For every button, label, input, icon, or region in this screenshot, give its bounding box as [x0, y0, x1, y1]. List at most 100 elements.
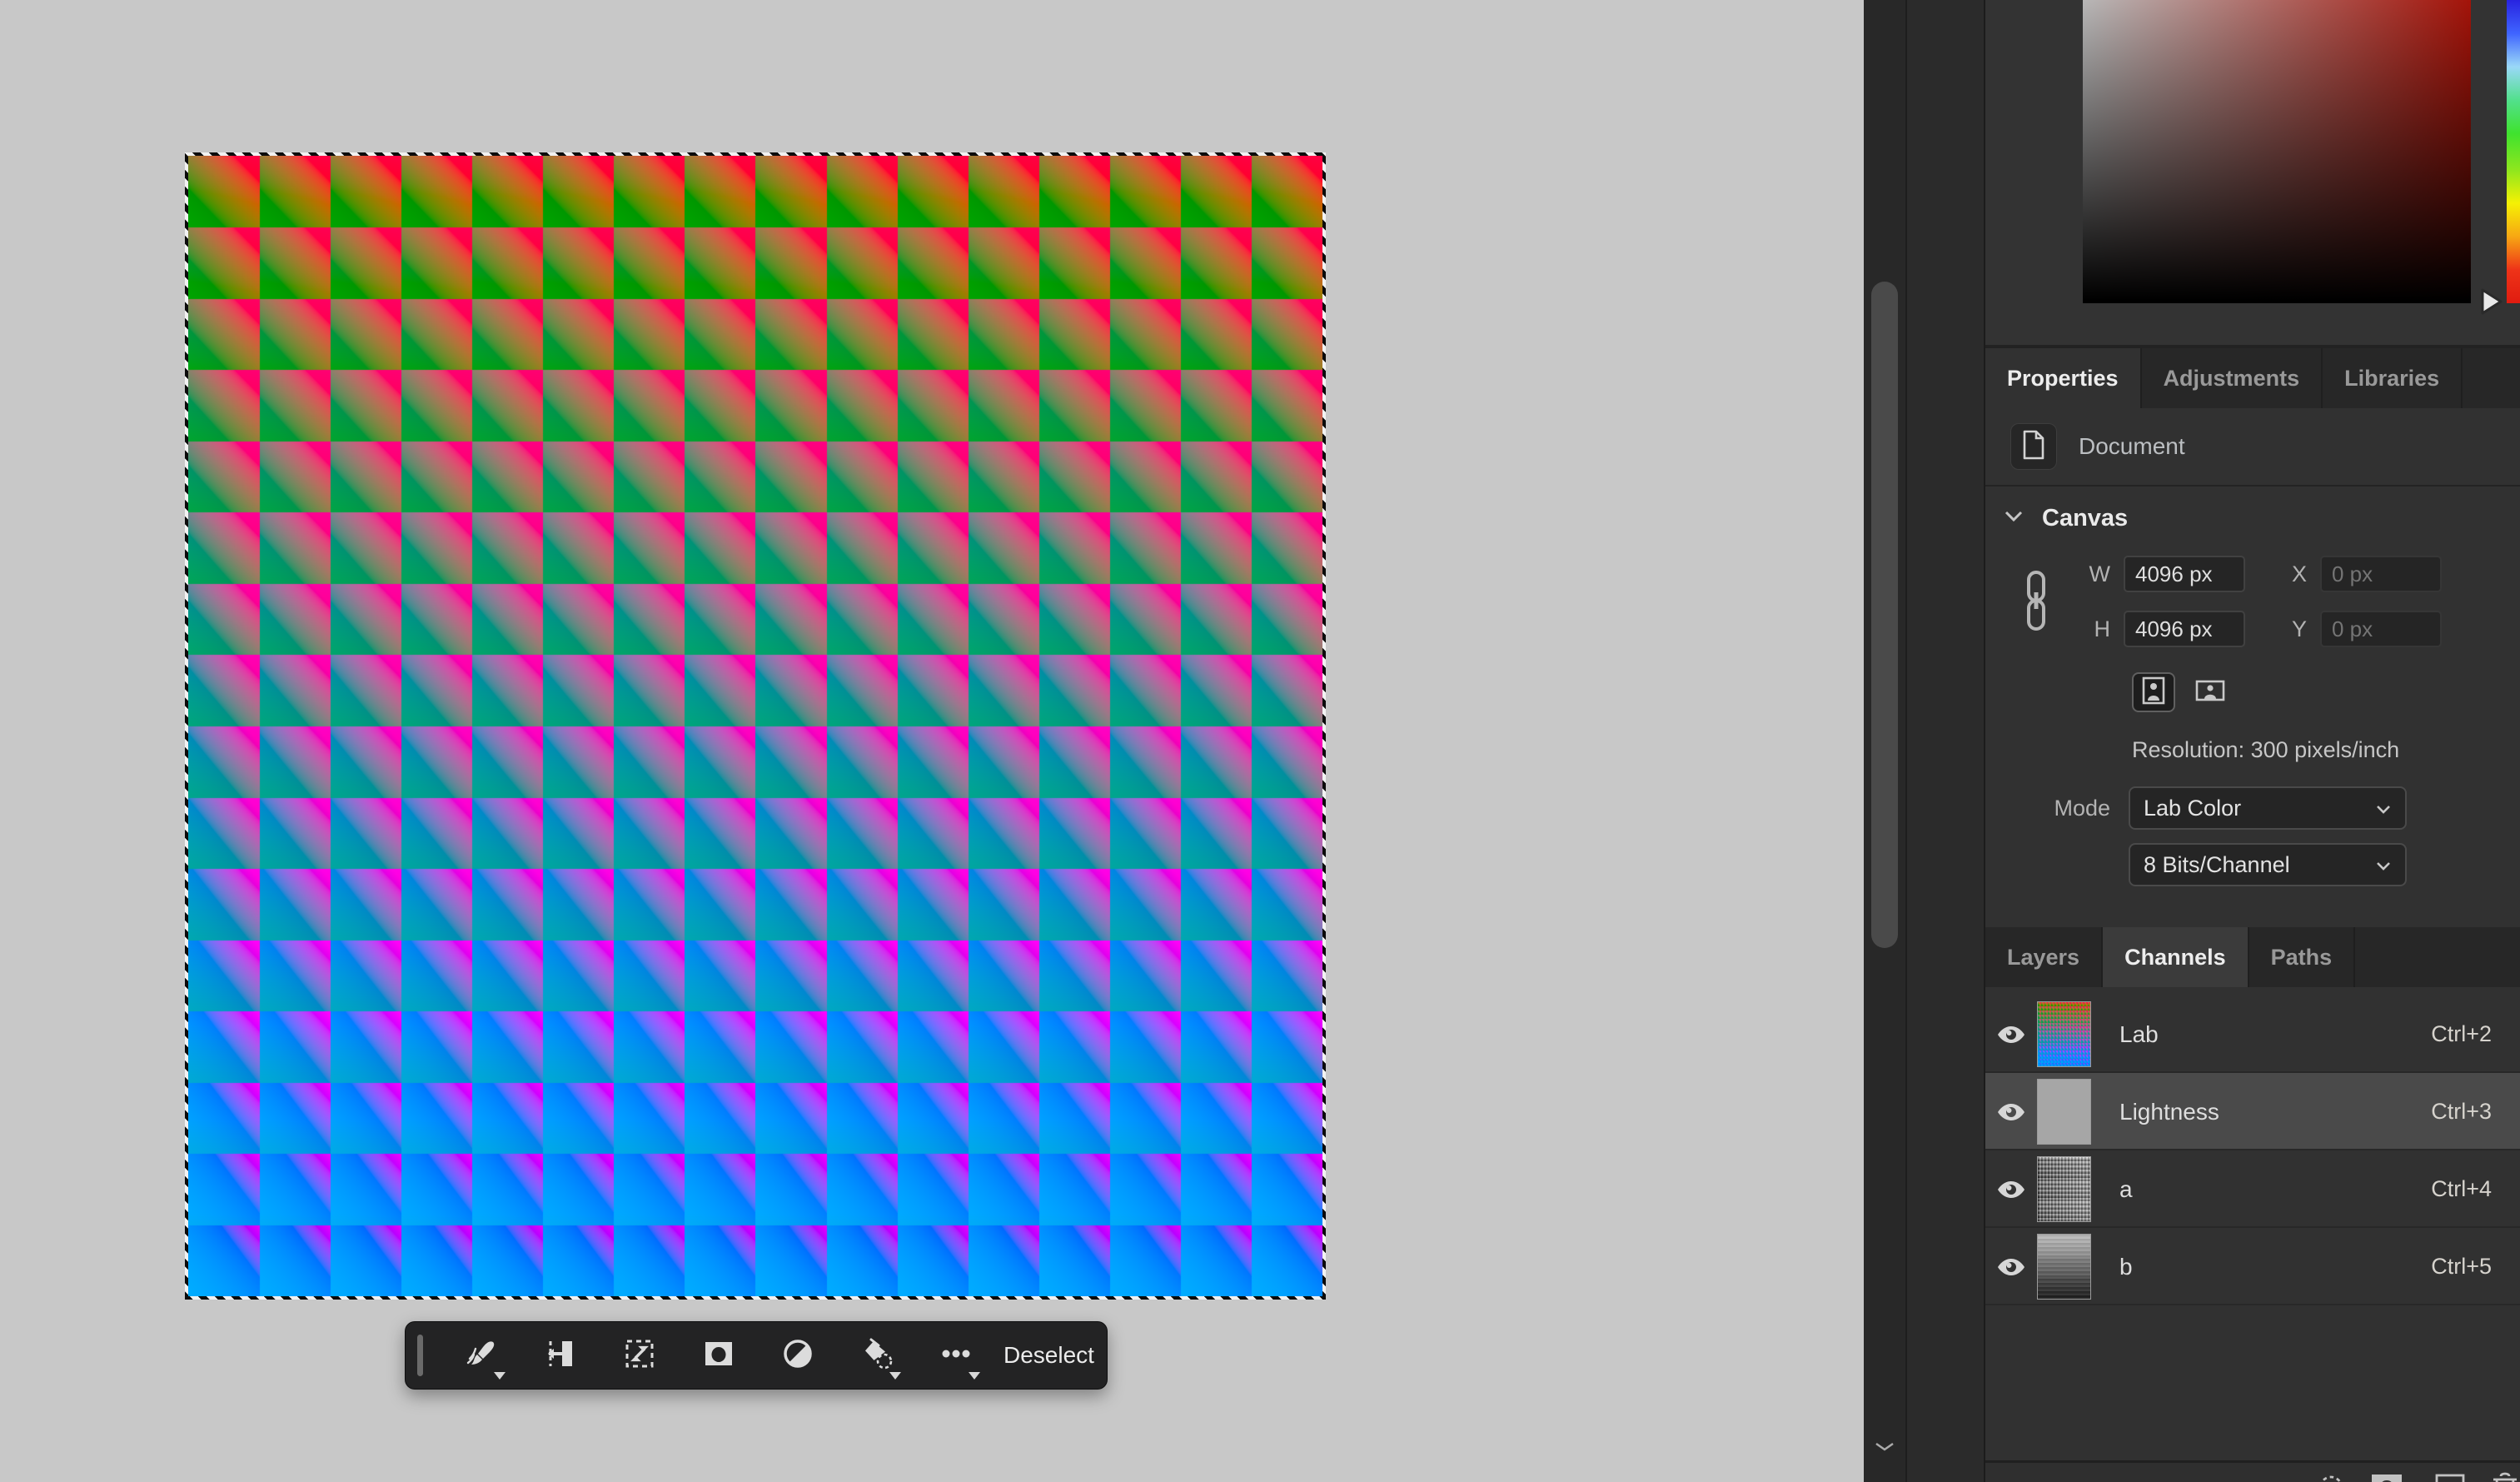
channel-row-lab[interactable]: Lab Ctrl+2	[1985, 995, 2520, 1073]
orientation-landscape-button[interactable]	[2189, 672, 2232, 712]
document-icon-button[interactable]	[2010, 423, 2057, 470]
x-input[interactable]	[2320, 556, 2442, 592]
dropdown-caret-icon[interactable]	[494, 1372, 505, 1380]
section-chevron-icon	[2004, 510, 2024, 527]
portrait-icon	[2140, 676, 2167, 710]
channel-shortcut: Ctrl+3	[2431, 1099, 2492, 1125]
properties-tabstrip: Properties Adjustments Libraries	[1985, 348, 2520, 408]
height-label: H	[2085, 616, 2110, 642]
color-picker-hue-strip[interactable]	[2507, 0, 2520, 303]
width-input[interactable]	[2124, 556, 2245, 592]
save-selection-as-channel-icon[interactable]	[2369, 1472, 2404, 1482]
landscape-icon	[2194, 677, 2226, 708]
color-mode-select[interactable]: Lab Color	[2129, 786, 2407, 830]
channel-thumbnail-lab[interactable]	[2037, 1001, 2091, 1067]
height-y-row: H Y	[2085, 611, 2520, 647]
photoshop-window: Deselect Properties Adjustments	[0, 0, 2520, 1482]
dropdown-caret-icon[interactable]	[969, 1372, 980, 1380]
chevron-down-icon	[2375, 796, 2392, 821]
y-label: Y	[2282, 616, 2307, 642]
visibility-eye-icon[interactable]	[1985, 1180, 2037, 1199]
visibility-eye-icon[interactable]	[1985, 1258, 2037, 1276]
brush-icon	[465, 1337, 498, 1375]
deselect-button[interactable]: Deselect	[1004, 1342, 1094, 1369]
more-options-button[interactable]	[916, 1326, 995, 1385]
new-channel-icon[interactable]	[2433, 1472, 2467, 1482]
channel-shortcut: Ctrl+5	[2431, 1254, 2492, 1280]
bit-depth-value: 8 Bits/Channel	[2144, 852, 2375, 878]
contextual-task-bar: Deselect	[405, 1321, 1108, 1390]
channels-footer	[1985, 1460, 2520, 1482]
color-picker-saturation-square[interactable]	[2083, 0, 2471, 303]
y-input[interactable]	[2320, 611, 2442, 647]
channel-name: Lightness	[2119, 1099, 2431, 1125]
delete-channel-trash-icon[interactable]	[2490, 1472, 2520, 1482]
color-picker-panel	[1985, 0, 2520, 348]
channels-panel: Layers Channels Paths Lab Ctrl+2	[1985, 927, 2520, 1482]
canvas-section-title: Canvas	[2042, 505, 2128, 532]
document-page-icon	[2021, 430, 2046, 464]
fill-selection-button[interactable]	[837, 1326, 916, 1385]
link-dimensions-icon[interactable]	[2024, 567, 2049, 638]
bit-depth-select[interactable]: 8 Bits/Channel	[2129, 843, 2407, 886]
orientation-portrait-button[interactable]	[2132, 672, 2175, 712]
channel-row-lightness[interactable]: Lightness Ctrl+3	[1985, 1073, 2520, 1150]
selection-brush-button[interactable]	[441, 1326, 520, 1385]
orientation-buttons	[2132, 672, 2520, 712]
channel-name: b	[2119, 1254, 2431, 1280]
width-x-row: W X	[2085, 556, 2520, 592]
mask-icon	[702, 1337, 735, 1375]
document-label: Document	[2079, 433, 2185, 460]
canvas-section-header[interactable]: Canvas	[2004, 505, 2520, 532]
resolution-text: Resolution: 300 pixels/inch	[2132, 737, 2520, 763]
dropdown-caret-icon[interactable]	[889, 1372, 901, 1380]
selection-marching-ants	[185, 152, 1326, 1300]
channel-thumbnail-lightness[interactable]	[2037, 1079, 2091, 1145]
task-bar-grip[interactable]	[417, 1335, 423, 1376]
x-label: X	[2282, 561, 2307, 587]
hue-slider-arrow[interactable]	[2478, 287, 2505, 317]
channels-tabstrip: Layers Channels Paths	[1985, 927, 2520, 987]
modify-selection-button[interactable]	[520, 1326, 600, 1385]
visibility-eye-icon[interactable]	[1985, 1025, 2037, 1044]
modify-selection-icon	[544, 1337, 577, 1375]
load-selection-icon[interactable]	[2315, 1472, 2347, 1482]
visibility-eye-icon[interactable]	[1985, 1103, 2037, 1121]
properties-panel: Properties Adjustments Libraries Documen…	[1985, 348, 2520, 927]
document-scrollbar[interactable]	[1864, 0, 1905, 1482]
chevron-down-icon	[2375, 852, 2392, 878]
channel-shortcut: Ctrl+4	[2431, 1176, 2492, 1202]
tab-paths[interactable]: Paths	[2249, 927, 2356, 987]
divider	[1985, 485, 2520, 487]
tab-adjustments[interactable]: Adjustments	[2142, 348, 2323, 408]
canvas-size-fields: W X H Y	[1985, 556, 2520, 647]
tab-libraries[interactable]: Libraries	[2323, 348, 2463, 408]
scroll-down-chevron-icon[interactable]	[1874, 1440, 1895, 1459]
channel-row-b[interactable]: b Ctrl+5	[1985, 1228, 2520, 1305]
adjustment-icon	[781, 1337, 814, 1375]
width-label: W	[2085, 561, 2110, 587]
document-canvas[interactable]	[188, 156, 1322, 1296]
channel-shortcut: Ctrl+2	[2431, 1021, 2492, 1047]
channel-row-a[interactable]: a Ctrl+4	[1985, 1150, 2520, 1228]
panel-dock-gutter	[1905, 0, 1985, 1482]
height-input[interactable]	[2124, 611, 2245, 647]
mode-row: Mode Lab Color	[1985, 786, 2520, 830]
create-adjustment-button[interactable]	[758, 1326, 837, 1385]
paint-bucket-icon	[860, 1337, 894, 1375]
channel-thumbnail-a[interactable]	[2037, 1156, 2091, 1222]
depth-row: 8 Bits/Channel	[2129, 843, 2520, 886]
channel-name: a	[2119, 1176, 2431, 1203]
mode-label: Mode	[1985, 796, 2110, 821]
ellipsis-icon	[939, 1337, 973, 1375]
panel-dock: Properties Adjustments Libraries Documen…	[1985, 0, 2520, 1482]
document-row: Document	[2010, 423, 2520, 470]
transform-selection-button[interactable]	[600, 1326, 679, 1385]
channel-thumbnail-b[interactable]	[2037, 1234, 2091, 1300]
tab-channels[interactable]: Channels	[2103, 927, 2249, 987]
tab-properties[interactable]: Properties	[1985, 348, 2142, 408]
scrollbar-thumb[interactable]	[1871, 282, 1898, 948]
create-mask-button[interactable]	[679, 1326, 758, 1385]
channel-name: Lab	[2119, 1021, 2431, 1048]
tab-layers[interactable]: Layers	[1985, 927, 2103, 987]
